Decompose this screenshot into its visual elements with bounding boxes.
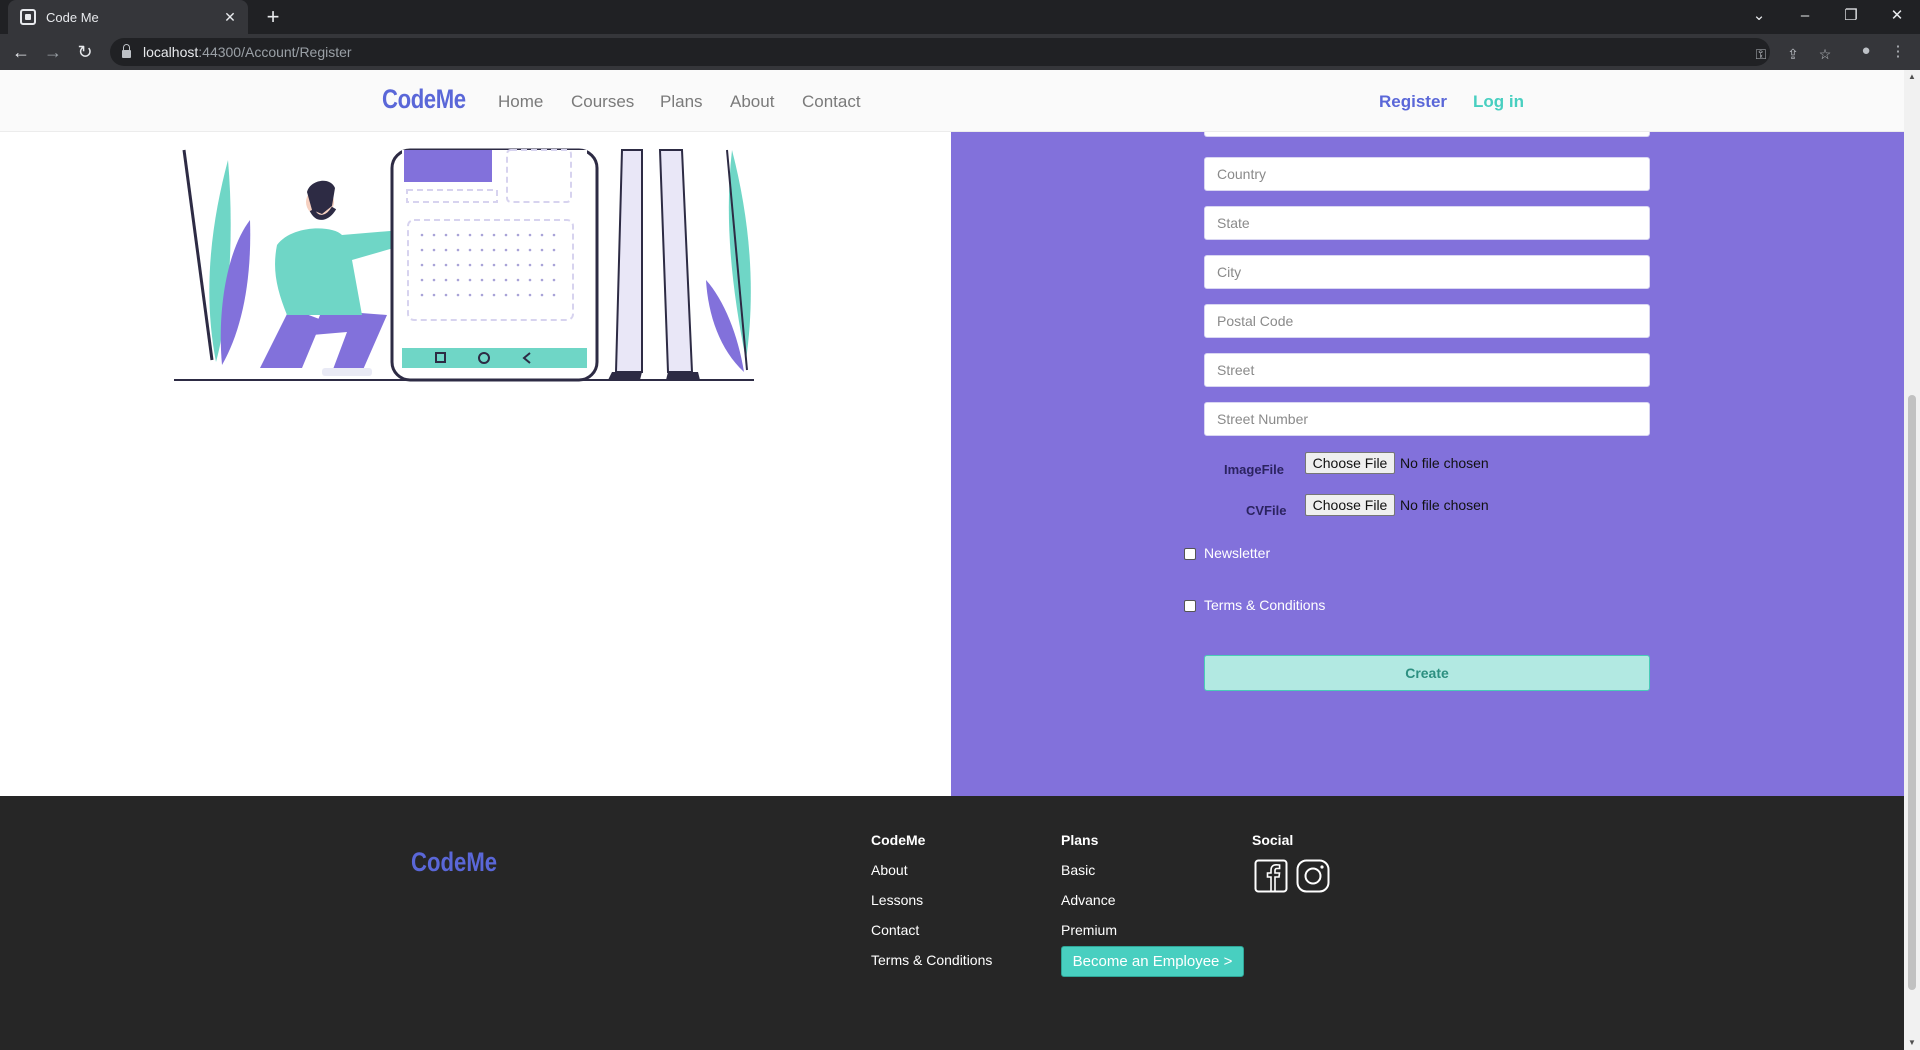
- share-icon[interactable]: ⇪: [1784, 46, 1802, 64]
- create-button[interactable]: Create: [1204, 655, 1650, 691]
- postal-code-field[interactable]: [1204, 304, 1650, 338]
- url-path: :44300/Account/Register: [198, 44, 352, 60]
- menu-icon[interactable]: ⋮: [1888, 42, 1908, 62]
- state-field[interactable]: [1204, 206, 1650, 240]
- instagram-icon[interactable]: [1296, 859, 1330, 893]
- footer-link-terms[interactable]: Terms & Conditions: [871, 952, 992, 968]
- scroll-down-icon[interactable]: ▼: [1904, 1036, 1920, 1050]
- nav-about[interactable]: About: [730, 92, 774, 112]
- url-host: localhost: [143, 44, 199, 60]
- newsletter-label: Newsletter: [1204, 545, 1271, 561]
- brand-logo[interactable]: CodeMe: [382, 84, 466, 115]
- nav-courses[interactable]: Courses: [571, 92, 634, 112]
- browser-tab-strip: Code Me ✕ + ⌄ – ❐ ✕: [0, 0, 1920, 34]
- nav-register[interactable]: Register: [1379, 92, 1447, 112]
- key-icon[interactable]: ⚿: [1752, 46, 1770, 64]
- nav-plans[interactable]: Plans: [660, 92, 703, 112]
- lock-icon[interactable]: [122, 44, 131, 58]
- bookmark-star-icon[interactable]: ☆: [1816, 46, 1834, 64]
- footer-link-premium[interactable]: Premium: [1061, 922, 1117, 938]
- footer-link-lessons[interactable]: Lessons: [871, 892, 923, 908]
- restore-icon[interactable]: ❐: [1828, 0, 1874, 30]
- browser-toolbar: ← → ↻ localhost:44300/Account/Register ⚿…: [0, 34, 1920, 70]
- site-navbar: CodeMe Home Courses Plans About Contact …: [0, 70, 1904, 132]
- site-favicon-icon: [20, 9, 36, 25]
- become-employee-button[interactable]: Become an Employee >: [1061, 946, 1244, 977]
- footer-link-contact[interactable]: Contact: [871, 922, 919, 938]
- site-footer: CodeMe CodeMe About Lessons Contact Term…: [0, 796, 1904, 1050]
- forward-icon[interactable]: →: [40, 39, 66, 65]
- nav-login[interactable]: Log in: [1473, 92, 1524, 112]
- cv-file-label: CVFile: [1246, 503, 1287, 518]
- street-field[interactable]: [1204, 353, 1650, 387]
- browser-tab[interactable]: Code Me ✕: [8, 0, 248, 34]
- close-tab-icon[interactable]: ✕: [222, 9, 238, 26]
- page-viewport: ImageFile Choose File No file chosen CVF…: [0, 70, 1904, 1050]
- tab-title: Code Me: [46, 9, 99, 25]
- footer-brand-logo[interactable]: CodeMe: [411, 847, 497, 878]
- footer-codeme-heading: CodeMe: [871, 832, 926, 848]
- page-scrollbar[interactable]: ▲ ▼: [1904, 70, 1920, 1050]
- new-tab-icon[interactable]: +: [262, 6, 284, 28]
- nav-home[interactable]: Home: [498, 92, 543, 112]
- footer-link-basic[interactable]: Basic: [1061, 862, 1095, 878]
- minimize-icon[interactable]: –: [1782, 0, 1828, 30]
- country-field[interactable]: [1204, 157, 1650, 191]
- image-file-label: ImageFile: [1224, 462, 1284, 477]
- image-file-status: No file chosen: [1400, 455, 1489, 471]
- city-field[interactable]: [1204, 255, 1650, 289]
- register-form-panel: ImageFile Choose File No file chosen CVF…: [951, 70, 1904, 796]
- scrollbar-thumb[interactable]: [1908, 395, 1916, 990]
- footer-social-heading: Social: [1252, 832, 1294, 848]
- terms-label: Terms & Conditions: [1204, 597, 1326, 613]
- tab-search-icon[interactable]: ⌄: [1736, 0, 1782, 30]
- register-illustration: [174, 148, 754, 382]
- nav-contact[interactable]: Contact: [802, 92, 861, 112]
- scroll-up-icon[interactable]: ▲: [1904, 70, 1920, 84]
- close-window-icon[interactable]: ✕: [1874, 0, 1920, 30]
- footer-link-advance[interactable]: Advance: [1061, 892, 1115, 908]
- image-file-choose-button[interactable]: Choose File: [1305, 452, 1395, 474]
- terms-checkbox[interactable]: [1184, 600, 1196, 612]
- cv-file-choose-button[interactable]: Choose File: [1305, 494, 1395, 516]
- profile-icon[interactable]: ●: [1856, 42, 1876, 62]
- footer-plans-heading: Plans: [1061, 832, 1099, 848]
- facebook-icon[interactable]: [1254, 859, 1288, 893]
- back-icon[interactable]: ←: [8, 39, 34, 65]
- footer-link-about[interactable]: About: [871, 862, 908, 878]
- street-number-field[interactable]: [1204, 402, 1650, 436]
- reload-icon[interactable]: ↻: [72, 39, 98, 65]
- address-bar[interactable]: localhost:44300/Account/Register ⚿ ⇪ ☆: [110, 38, 1831, 66]
- newsletter-checkbox[interactable]: [1184, 548, 1196, 560]
- cv-file-status: No file chosen: [1400, 497, 1489, 513]
